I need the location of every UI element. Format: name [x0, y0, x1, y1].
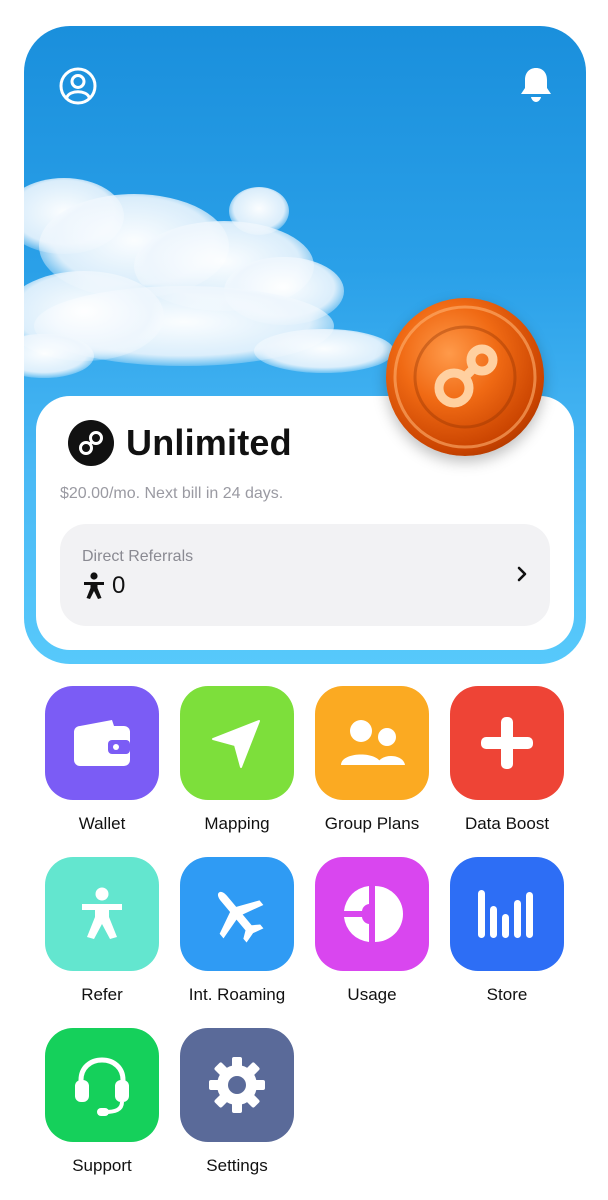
profile-icon — [59, 67, 97, 105]
tile-label: Settings — [206, 1156, 268, 1175]
tile-wallet[interactable]: Wallet — [45, 686, 159, 834]
tile-label: Support — [72, 1156, 132, 1175]
wallet-icon — [45, 686, 159, 800]
tile-store[interactable]: Store — [450, 857, 564, 1005]
tile-group-plans[interactable]: Group Plans — [315, 686, 429, 834]
tile-usage[interactable]: Usage — [315, 857, 429, 1005]
navigation-arrow-icon — [180, 686, 294, 800]
headset-icon — [45, 1028, 159, 1142]
tile-label: Group Plans — [324, 814, 420, 833]
direct-referrals-row[interactable]: Direct Referrals 0 — [60, 524, 550, 626]
notifications-button[interactable] — [514, 62, 558, 106]
bell-icon — [521, 68, 551, 102]
tile-int-roaming[interactable]: Int. Roaming — [180, 857, 294, 1005]
person-icon — [84, 572, 104, 599]
tile-settings[interactable]: Settings — [180, 1028, 294, 1176]
airplane-icon — [180, 857, 294, 971]
gear-icon — [180, 1028, 294, 1142]
helium-logo-icon — [68, 420, 114, 466]
tile-support[interactable]: Support — [45, 1028, 159, 1176]
pie-chart-icon — [315, 857, 429, 971]
tile-label: Store — [486, 985, 528, 1004]
referrals-count: 0 — [112, 572, 126, 599]
plus-icon — [450, 686, 564, 800]
person-icon — [45, 857, 159, 971]
tile-refer[interactable]: Refer — [45, 857, 159, 1005]
bar-chart-icon — [450, 857, 564, 971]
tile-label: Wallet — [78, 814, 126, 833]
chevron-right-icon — [517, 566, 527, 582]
tile-mapping[interactable]: Mapping — [180, 686, 294, 834]
plan-billing-text: $20.00/mo. Next bill in 24 days. — [60, 485, 284, 502]
plan-name: Unlimited — [126, 422, 292, 463]
tile-label: Usage — [347, 985, 397, 1004]
tile-label: Mapping — [204, 814, 270, 833]
tile-label: Refer — [81, 985, 123, 1004]
group-icon — [315, 686, 429, 800]
tile-label: Int. Roaming — [188, 985, 286, 1004]
helium-token-badge — [386, 298, 544, 456]
referrals-label: Direct Referrals — [82, 548, 194, 565]
tile-label: Data Boost — [464, 814, 550, 833]
tile-data-boost[interactable]: Data Boost — [450, 686, 564, 834]
profile-button[interactable] — [56, 64, 100, 108]
